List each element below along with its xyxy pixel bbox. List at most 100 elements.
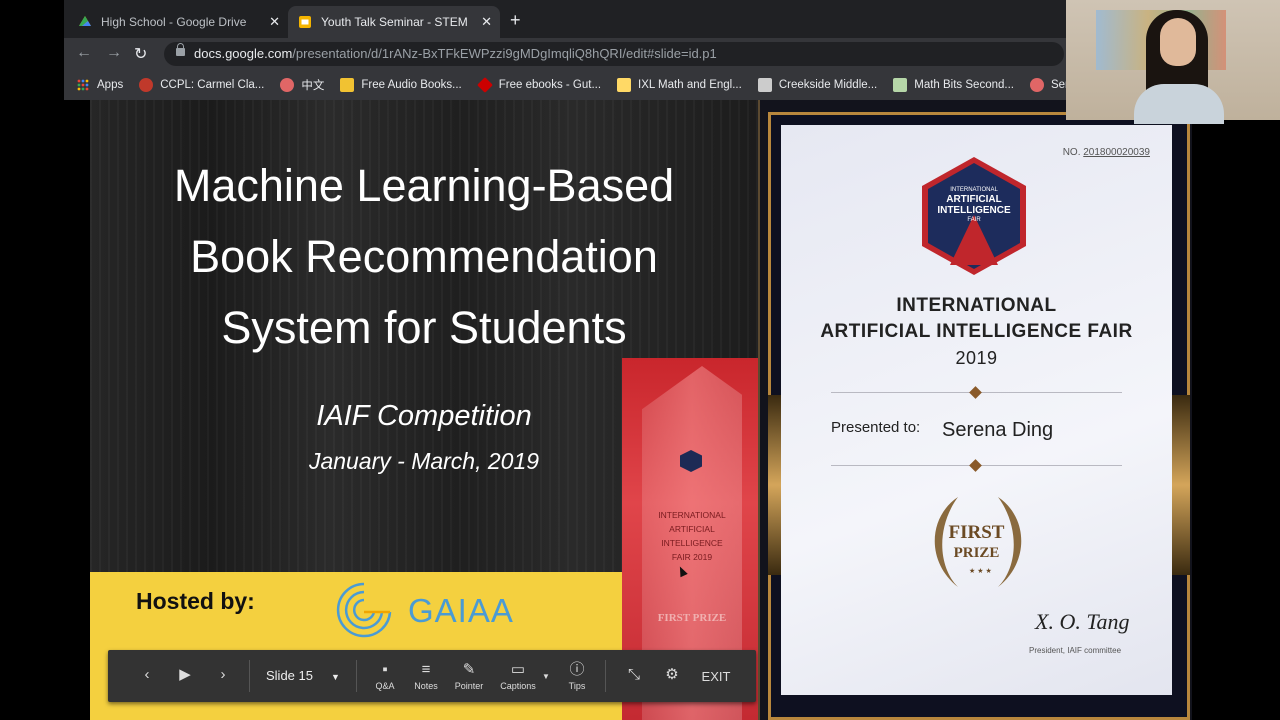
exit-button[interactable]: EXIT	[696, 650, 736, 702]
previous-slide-button[interactable]: ‹	[134, 650, 160, 702]
presenter-toolbar: ‹ ▶ › Slide 15 ▼ ▪ Q&A ≡ Notes ✎ Pointer ▭ Ca…	[108, 650, 756, 702]
bookmark-label: Apps	[97, 79, 124, 91]
lock-icon	[176, 43, 185, 56]
notes-button[interactable]: ≡ Notes	[410, 650, 442, 702]
new-tab-button[interactable]: +	[510, 10, 521, 31]
close-tab-icon[interactable]: ✕	[481, 14, 492, 30]
google-slides-icon	[299, 16, 311, 28]
recipient-name: Serena Ding	[942, 419, 1054, 441]
exit-label: EXIT	[701, 668, 731, 684]
bookmark-favicon-icon	[893, 78, 908, 92]
pointer-button[interactable]: ✎ Pointer	[450, 650, 488, 702]
bookmark-label: CCPL: Carmel Cla...	[160, 79, 265, 91]
chevron-right-icon: ›	[220, 666, 226, 683]
chevron-down-icon: ▼	[330, 672, 340, 682]
bookmark-apps[interactable]: Apps	[76, 78, 123, 92]
prize-label: FIRST PRIZE	[781, 523, 1172, 563]
bookmark-free-audio-books[interactable]: Free Audio Books...	[340, 78, 462, 92]
certificate-year: 2019	[955, 348, 998, 368]
close-tab-icon[interactable]: ✕	[269, 14, 280, 30]
bookmark-favicon-icon	[340, 78, 355, 92]
certificate-title: INTERNATIONAL ARTIFICIAL INTELLIGENCE FA…	[781, 293, 1172, 371]
webcam-video	[1066, 0, 1280, 124]
chat-bubble-icon: ▪	[382, 661, 388, 678]
tab-title: Youth Talk Seminar - STEM Re	[321, 15, 471, 29]
bookmark-favicon-icon	[139, 78, 154, 92]
pointer-label: Pointer	[454, 681, 484, 691]
exit-fullscreen-button[interactable]: ⤡	[622, 650, 646, 702]
gear-icon: ⚙	[665, 666, 679, 683]
signature: X. O. Tang	[1035, 609, 1130, 634]
slide-number-label: Slide 15	[266, 668, 313, 683]
gaiaa-logo-icon	[336, 582, 392, 638]
exit-fullscreen-icon: ⤡	[627, 666, 640, 683]
badge-text: INTELLIGENCE	[937, 205, 1011, 216]
bookmark-ser[interactable]: Ser	[1029, 78, 1066, 92]
bookmark-favicon-icon	[280, 78, 295, 92]
qa-label: Q&A	[375, 681, 395, 691]
qa-button[interactable]: ▪ Q&A	[370, 650, 400, 702]
slide-title-line: System for Students	[221, 302, 627, 353]
screen: High School - Google Drive ✕ Youth Talk …	[0, 0, 1280, 720]
notes-label: Notes	[414, 681, 438, 691]
divider	[605, 660, 606, 692]
bookmark-ccpl[interactable]: CCPL: Carmel Cla...	[139, 78, 264, 92]
svg-text:★ ★ ★: ★ ★ ★	[969, 567, 992, 575]
bookmark-free-ebooks[interactable]: Free ebooks - Gut...	[476, 77, 602, 93]
back-icon[interactable]: ←	[76, 44, 92, 62]
bookmark-favicon-icon	[476, 77, 493, 93]
bookmark-label: Math Bits Second...	[914, 79, 1014, 91]
url-path: /presentation/d/1rANz-BxTFkEWPzzi9gMDgIm…	[292, 46, 717, 61]
presenter-face	[1160, 18, 1196, 66]
diamond-ornament-icon	[969, 459, 982, 472]
hosted-by-label: Hosted by:	[136, 588, 255, 614]
prize-line: PRIZE	[953, 545, 1000, 561]
certificate-number: NO. 201800020039	[1063, 147, 1150, 158]
diamond-ornament-icon	[969, 386, 982, 399]
captions-options-button[interactable]: ▼	[540, 650, 552, 702]
next-slide-button[interactable]: ›	[210, 650, 236, 702]
chevron-left-icon: ‹	[144, 666, 150, 683]
presentation-slide[interactable]: Machine Learning-Based Book Recommendati…	[90, 100, 758, 720]
bookmark-favicon-icon	[757, 78, 772, 92]
google-drive-icon	[79, 16, 91, 26]
bookmark-label: Free Audio Books...	[361, 79, 462, 91]
bookmark-label: Free ebooks - Gut...	[498, 79, 602, 91]
iaif-badge-icon: INTERNATIONAL ARTIFICIAL INTELLIGENCE FA…	[922, 157, 1026, 275]
address-bar-row: ← → ↻ docs.google.com/presentation/d/1rA…	[64, 38, 1066, 70]
bookmark-label: 中文	[301, 80, 325, 92]
bookmark-label: Ser	[1050, 79, 1066, 91]
tab-title: High School - Google Drive	[101, 15, 247, 29]
bookmark-label: Creekside Middle...	[778, 79, 878, 91]
bookmark-label: IXL Math and Engl...	[638, 79, 742, 91]
forward-icon[interactable]: →	[106, 44, 122, 62]
tips-button[interactable]: ⓘ Tips	[564, 650, 590, 702]
badge-text: ARTIFICIAL	[946, 194, 1002, 205]
bookmark-ixl[interactable]: IXL Math and Engl...	[617, 78, 742, 92]
trophy-engraving: INTERNATIONAL ARTIFICIAL INTELLIGENCE FA…	[658, 510, 726, 562]
slide-title-line: Machine Learning-Based	[173, 160, 675, 211]
bookmark-chinese[interactable]: 中文	[280, 77, 324, 93]
bookmark-creekside-middle[interactable]: Creekside Middle...	[757, 78, 878, 92]
settings-button[interactable]: ⚙	[660, 650, 684, 702]
captions-label: Captions	[500, 681, 536, 691]
chevron-down-icon: ▼	[542, 671, 550, 681]
divider	[249, 660, 250, 692]
presenter-body	[1134, 84, 1224, 124]
bookmark-favicon-icon	[617, 78, 632, 92]
captions-button[interactable]: ▭ Captions	[496, 650, 540, 702]
reload-icon[interactable]: ↻	[134, 44, 147, 64]
slide-title-line: Book Recommendation	[190, 231, 658, 282]
bookmark-favicon-icon	[1029, 78, 1044, 92]
captions-icon: ▭	[510, 661, 526, 678]
bookmark-math-bits[interactable]: Math Bits Second...	[893, 78, 1014, 92]
tab-youth-talk-seminar[interactable]: Youth Talk Seminar - STEM Re ✕	[288, 6, 500, 38]
play-button[interactable]: ▶	[172, 650, 198, 702]
presented-to-label: Presented to:	[831, 419, 921, 436]
slide-selector[interactable]: Slide 15 ▼	[266, 668, 340, 683]
badge-text: INTERNATIONAL	[950, 187, 998, 193]
trophy-prize: FIRST PRIZE	[657, 612, 727, 624]
tab-google-drive[interactable]: High School - Google Drive ✕	[68, 8, 288, 36]
apps-grid-icon	[77, 79, 89, 91]
url-bar[interactable]: docs.google.com/presentation/d/1rANz-BxT…	[164, 42, 1064, 66]
